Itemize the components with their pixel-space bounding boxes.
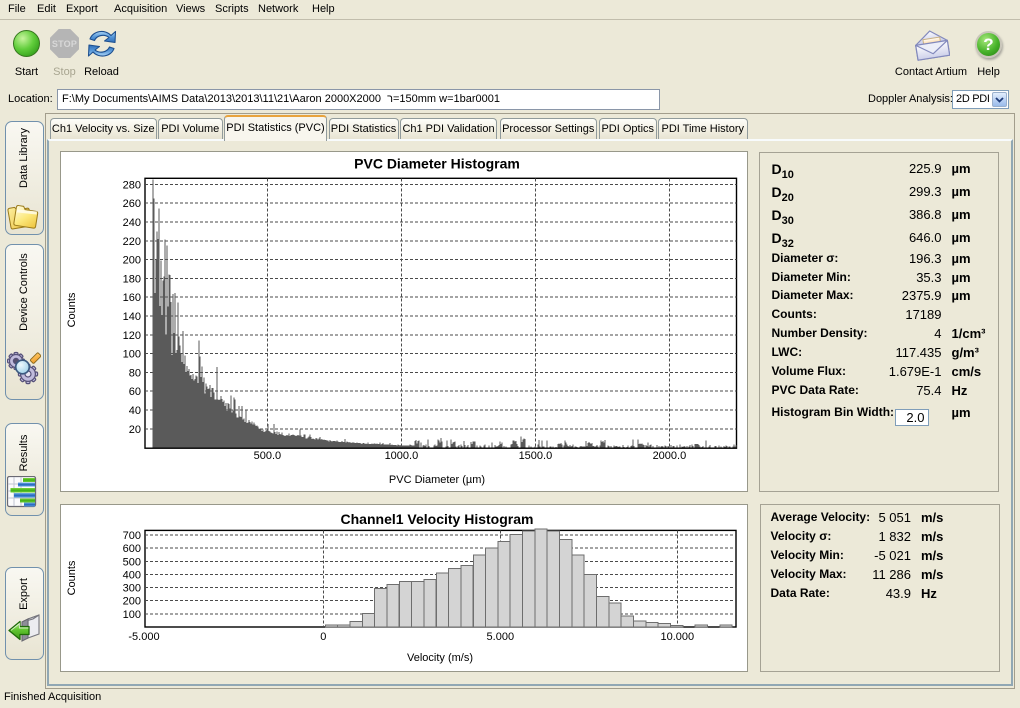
svg-text:180: 180 [123, 273, 141, 285]
svg-text:500.0: 500.0 [254, 450, 282, 462]
svg-text:220: 220 [123, 236, 141, 248]
svg-text:PVC Diameter (µm): PVC Diameter (µm) [389, 474, 485, 486]
svg-text:0: 0 [320, 631, 326, 643]
svg-text:2000.0: 2000.0 [653, 450, 687, 462]
svg-text:20: 20 [129, 424, 141, 436]
svg-text:Counts: Counts [66, 292, 78, 327]
svg-text:600: 600 [123, 543, 141, 555]
svg-text:300: 300 [123, 583, 141, 595]
svg-text:200: 200 [123, 255, 141, 267]
svg-text:Channel1 Velocity Histogram: Channel1 Velocity Histogram [341, 511, 534, 527]
svg-text:160: 160 [123, 292, 141, 304]
svg-text:260: 260 [123, 198, 141, 210]
svg-text:400: 400 [123, 570, 141, 582]
svg-text:1500.0: 1500.0 [519, 450, 553, 462]
svg-text:10.000: 10.000 [660, 631, 694, 643]
svg-text:5.000: 5.000 [487, 631, 515, 643]
svg-text:280: 280 [123, 179, 141, 191]
svg-text:PVC Diameter Histogram: PVC Diameter Histogram [354, 156, 520, 172]
svg-text:240: 240 [123, 217, 141, 229]
svg-text:40: 40 [129, 405, 141, 417]
svg-text:200: 200 [123, 596, 141, 608]
svg-text:100: 100 [123, 609, 141, 621]
svg-text:Counts: Counts [66, 560, 78, 595]
svg-text:120: 120 [123, 330, 141, 342]
svg-text:140: 140 [123, 311, 141, 323]
svg-text:Velocity (m/s): Velocity (m/s) [407, 652, 473, 664]
svg-text:100: 100 [123, 349, 141, 361]
svg-text:-5.000: -5.000 [128, 631, 159, 643]
svg-text:60: 60 [129, 386, 141, 398]
svg-text:1000.0: 1000.0 [385, 450, 419, 462]
svg-text:700: 700 [123, 530, 141, 542]
svg-text:500: 500 [123, 556, 141, 568]
svg-text:80: 80 [129, 367, 141, 379]
